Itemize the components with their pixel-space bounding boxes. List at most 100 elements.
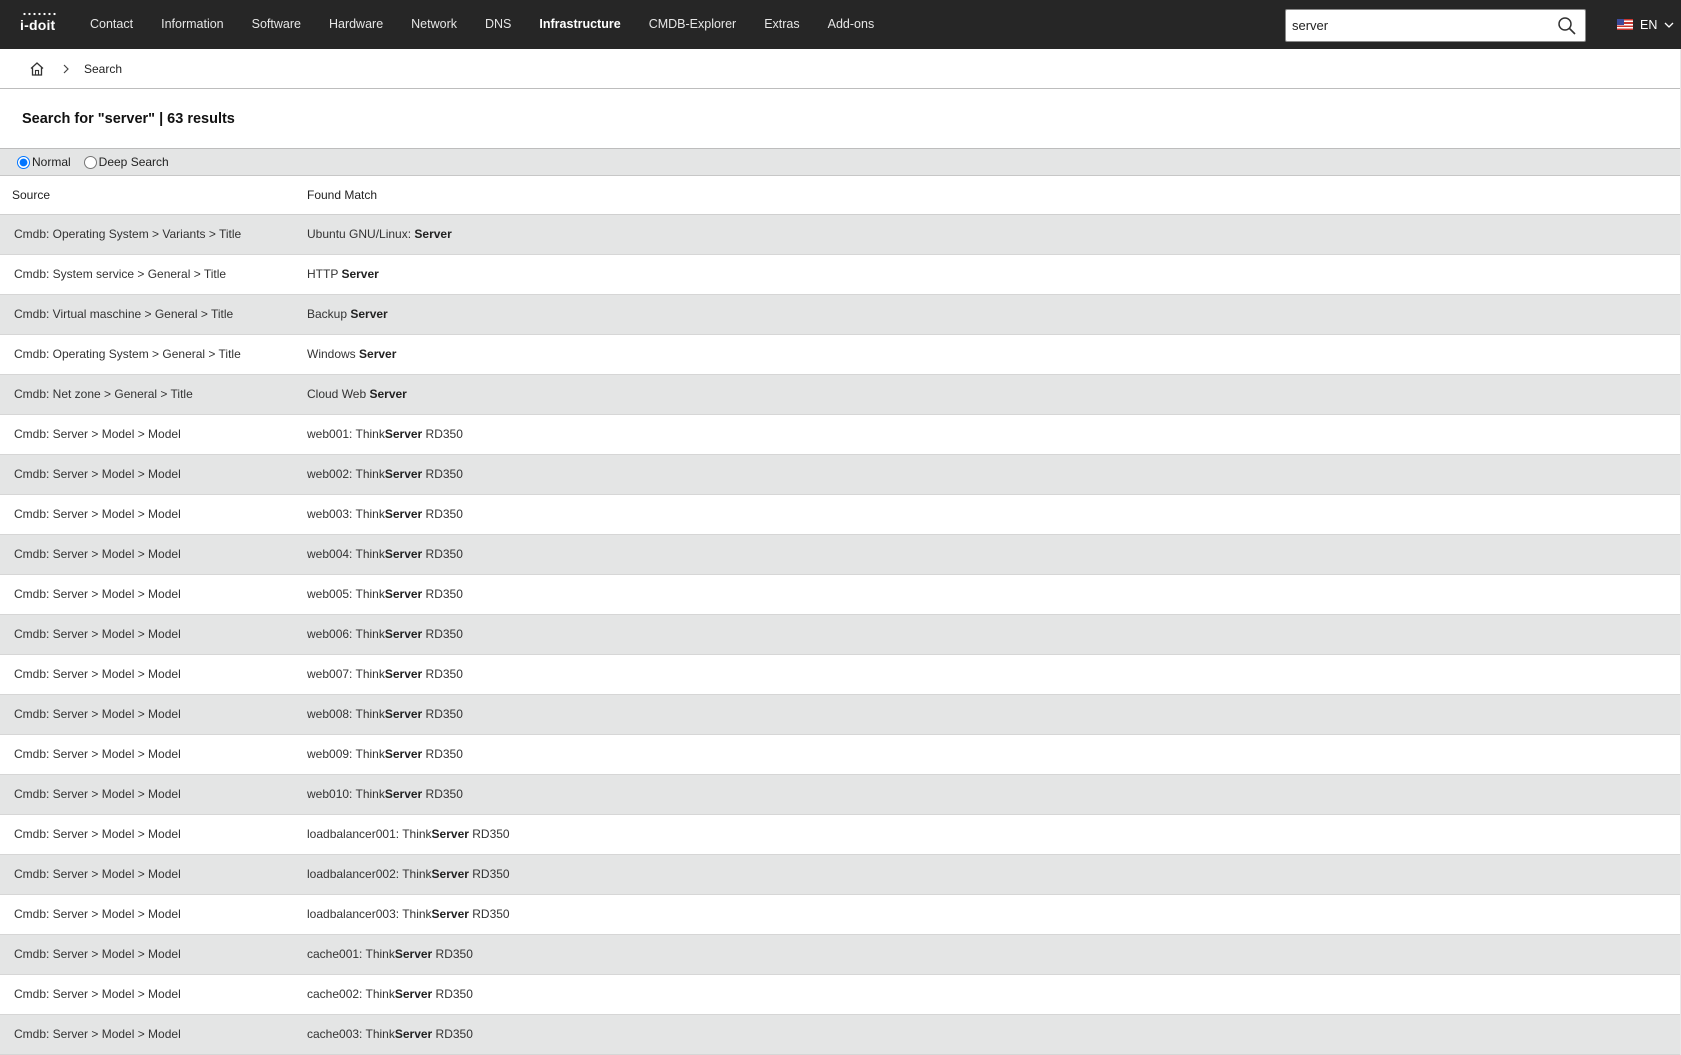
column-header-found-match[interactable]: Found Match	[295, 176, 1681, 215]
table-row[interactable]: Cmdb: Server > Model > Model cache003: Th…	[0, 1014, 1681, 1055]
match-text-suffix: RD350	[422, 747, 463, 761]
table-row[interactable]: Cmdb: Server > Model > Model loadbalancer…	[0, 894, 1681, 935]
chevron-down-icon	[1664, 22, 1674, 28]
found-match-cell[interactable]: web005: ThinkServer RD350	[295, 574, 1681, 615]
found-match-cell[interactable]: loadbalancer001: ThinkServer RD350	[295, 814, 1681, 855]
nav-item-add-ons[interactable]: Add-ons	[814, 0, 889, 49]
found-match-cell[interactable]: Backup Server	[295, 294, 1681, 335]
match-text: cache002: Think	[307, 987, 395, 1001]
found-match-cell[interactable]: web008: ThinkServer RD350	[295, 694, 1681, 735]
found-match-cell[interactable]: HTTP Server	[295, 254, 1681, 295]
match-text: cache003: Think	[307, 1027, 395, 1041]
table-row[interactable]: Cmdb: Server > Model > Model web010: Thin…	[0, 774, 1681, 815]
nav-item-network[interactable]: Network	[397, 0, 471, 49]
nav-item-hardware[interactable]: Hardware	[315, 0, 397, 49]
match-highlight: Server	[384, 587, 423, 601]
table-row[interactable]: Cmdb: System service > General > Title HT…	[0, 254, 1681, 295]
table-row[interactable]: Cmdb: Server > Model > Model web005: Thin…	[0, 574, 1681, 615]
mode-normal-radio[interactable]	[17, 155, 30, 169]
match-text-suffix: RD350	[432, 987, 473, 1001]
match-highlight: Server	[431, 867, 469, 881]
match-text-suffix: RD350	[422, 627, 463, 641]
match-highlight: Server	[394, 947, 433, 961]
search-icon[interactable]	[1557, 16, 1577, 36]
match-text: web010: Think	[307, 787, 385, 801]
breadcrumb: Search	[0, 49, 1681, 89]
found-match-cell[interactable]: web010: ThinkServer RD350	[295, 774, 1681, 815]
table-row[interactable]: Cmdb: Operating System > General > Title…	[0, 334, 1681, 375]
match-text: web009: Think	[307, 747, 385, 761]
found-match-cell[interactable]: cache002: ThinkServer RD350	[295, 974, 1681, 1015]
found-match-cell[interactable]: web001: ThinkServer RD350	[295, 414, 1681, 455]
table-row[interactable]: Cmdb: Server > Model > Model cache002: Th…	[0, 974, 1681, 1015]
page-title: Search for "server" | 63 results	[0, 89, 1681, 149]
table-row[interactable]: Cmdb: Server > Model > Model web009: Thin…	[0, 734, 1681, 775]
table-row[interactable]: Cmdb: Server > Model > Model web002: Thin…	[0, 454, 1681, 495]
found-match-cell[interactable]: web006: ThinkServer RD350	[295, 614, 1681, 655]
match-text: web005: Think	[307, 587, 385, 601]
table-row[interactable]: Cmdb: Operating System > Variants > Titl…	[0, 214, 1681, 255]
nav-item-infrastructure[interactable]: Infrastructure	[525, 0, 634, 49]
match-highlight: Server	[384, 467, 423, 481]
found-match-cell[interactable]: cache001: ThinkServer RD350	[295, 934, 1681, 975]
nav-item-contact[interactable]: Contact	[76, 0, 147, 49]
table-row[interactable]: Cmdb: Server > Model > Model loadbalancer…	[0, 854, 1681, 895]
match-text: loadbalancer002: Think	[307, 867, 432, 881]
source-cell: Cmdb: Net zone > General > Title	[0, 374, 295, 415]
found-match-cell[interactable]: web009: ThinkServer RD350	[295, 734, 1681, 775]
match-highlight: Server	[431, 827, 469, 841]
match-text: web008: Think	[307, 707, 385, 721]
logo-dots	[22, 11, 56, 16]
column-header-source[interactable]: Source	[0, 176, 295, 215]
source-cell: Cmdb: Virtual maschine > General > Title	[0, 294, 295, 335]
match-highlight: Server	[384, 427, 423, 441]
table-row[interactable]: Cmdb: Server > Model > Model loadbalancer…	[0, 814, 1681, 855]
source-cell: Cmdb: Server > Model > Model	[0, 494, 295, 535]
table-row[interactable]: Cmdb: Server > Model > Model web004: Thin…	[0, 534, 1681, 575]
table-row[interactable]: Cmdb: Server > Model > Model web007: Thin…	[0, 654, 1681, 695]
match-highlight: Server	[350, 307, 388, 321]
language-selector[interactable]: EN	[1617, 0, 1675, 49]
found-match-cell[interactable]: web003: ThinkServer RD350	[295, 494, 1681, 535]
found-match-cell[interactable]: web002: ThinkServer RD350	[295, 454, 1681, 495]
match-text-suffix: RD350	[422, 587, 463, 601]
table-row[interactable]: Cmdb: Server > Model > Model web008: Thin…	[0, 694, 1681, 735]
found-match-cell[interactable]: loadbalancer003: ThinkServer RD350	[295, 894, 1681, 935]
nav-item-information[interactable]: Information	[147, 0, 238, 49]
home-icon[interactable]	[29, 61, 45, 77]
mode-deep-radio[interactable]	[83, 155, 97, 169]
table-row[interactable]: Cmdb: Virtual maschine > General > Title…	[0, 294, 1681, 335]
found-match-cell[interactable]: cache003: ThinkServer RD350	[295, 1014, 1681, 1055]
found-match-cell[interactable]: web007: ThinkServer RD350	[295, 654, 1681, 695]
match-text-suffix: RD350	[422, 667, 463, 681]
found-match-cell[interactable]: web004: ThinkServer RD350	[295, 534, 1681, 575]
search-input[interactable]	[1286, 11, 1546, 40]
nav-item-extras[interactable]: Extras	[750, 0, 813, 49]
source-cell: Cmdb: Server > Model > Model	[0, 414, 295, 455]
nav-item-dns[interactable]: DNS	[471, 0, 525, 49]
nav-item-cmdb-explorer[interactable]: CMDB-Explorer	[635, 0, 751, 49]
found-match-cell[interactable]: loadbalancer002: ThinkServer RD350	[295, 854, 1681, 895]
mode-normal-option[interactable]: Normal	[15, 155, 71, 169]
found-match-cell[interactable]: Windows Server	[295, 334, 1681, 375]
match-text-suffix: RD350	[422, 707, 463, 721]
nav-item-software[interactable]: Software	[238, 0, 315, 49]
table-row[interactable]: Cmdb: Net zone > General > Title Cloud We…	[0, 374, 1681, 415]
match-text: loadbalancer003: Think	[307, 907, 432, 921]
found-match-cell[interactable]: Cloud Web Server	[295, 374, 1681, 415]
match-text-suffix: RD350	[468, 907, 510, 921]
table-row[interactable]: Cmdb: Server > Model > Model web001: Thin…	[0, 414, 1681, 455]
i-doit-logo[interactable]: i-doit	[0, 11, 62, 33]
source-cell: Cmdb: Server > Model > Model	[0, 654, 295, 695]
table-row[interactable]: Cmdb: Server > Model > Model cache001: Th…	[0, 934, 1681, 975]
mode-deep-option[interactable]: Deep Search	[82, 155, 169, 169]
found-match-cell[interactable]: Ubuntu GNU/Linux: Server	[295, 214, 1681, 255]
main-menu: Contact Information Software Hardware Networ…	[76, 0, 888, 49]
table-header-row: Source Found Match	[0, 176, 1681, 215]
source-cell: Cmdb: Server > Model > Model	[0, 814, 295, 855]
table-row[interactable]: Cmdb: Server > Model > Model web003: Thin…	[0, 494, 1681, 535]
source-cell: Cmdb: Server > Model > Model	[0, 734, 295, 775]
match-text-suffix: RD350	[422, 427, 463, 441]
table-row[interactable]: Cmdb: Server > Model > Model web006: Thin…	[0, 614, 1681, 655]
match-highlight: Server	[414, 227, 452, 241]
